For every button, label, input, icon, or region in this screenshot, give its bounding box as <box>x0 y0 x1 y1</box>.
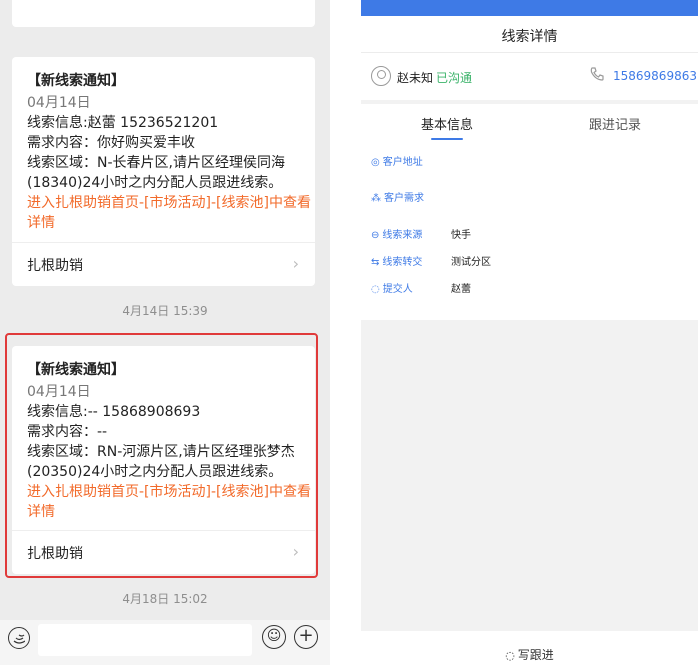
voice-icon[interactable] <box>8 627 30 649</box>
active-tab-indicator <box>431 138 463 140</box>
lead-region-line1: 线索区域：N-长春片区,请片区经理侯同海 <box>27 155 285 171</box>
tab-bar: 基本信息 跟进记录 <box>361 104 698 144</box>
card-date: 04月14日 <box>27 384 91 400</box>
page-title: 线索详情 <box>501 29 558 45</box>
message-timestamp: 4月18日 15:02 <box>122 592 208 606</box>
card-title: 【新线索通知】 <box>27 73 125 89</box>
field-label: 线索转交 <box>382 257 423 268</box>
lead-link-line2[interactable]: 详情 <box>27 213 315 233</box>
lead-info: 线索信息:-- 15868908693 <box>27 404 201 420</box>
chat-panel: 【新线索通知】 04月14日 线索信息:赵蕾 15236521201 需求内容：… <box>0 0 330 665</box>
avatar-icon <box>371 66 391 86</box>
field-label: 线索来源 <box>382 230 423 241</box>
contact-phone[interactable]: 15869869863 <box>613 69 697 83</box>
lead-notification-card[interactable]: 【新线索通知】 04月14日 线索信息:赵蕾 15236521201 需求内容：… <box>12 57 315 286</box>
plus-icon[interactable]: + <box>294 625 318 649</box>
card-footer-label: 扎根助销 <box>27 258 83 274</box>
card-footer[interactable]: 扎根助销 › <box>12 530 315 574</box>
chat-input-bar: ☺ + <box>0 620 330 665</box>
field-value: 赵蕾 <box>451 284 471 295</box>
tab-basic-info[interactable]: 基本信息 <box>421 114 473 133</box>
lead-region-line1: 线索区域：RN-河源片区,请片区经理张梦杰 <box>27 444 295 460</box>
divider <box>361 52 698 53</box>
lead-need: 需求内容：你好购买爱丰收 <box>27 135 195 151</box>
field-submitter: ◌ 提交人 赵蕾 <box>371 280 471 295</box>
location-icon: ◎ <box>371 157 380 168</box>
message-input[interactable] <box>38 624 252 656</box>
screen: 【新线索通知】 04月14日 线索信息:赵蕾 15236521201 需求内容：… <box>0 0 698 665</box>
card-title: 【新线索通知】 <box>27 362 125 378</box>
lead-region-line2: (18340)24小时之内分配人员跟进线索。 <box>27 175 283 191</box>
chat-icon: ◌ <box>371 284 380 295</box>
field-label: 提交人 <box>382 284 413 295</box>
field-customer-address: ◎ 客户地址 <box>371 153 423 168</box>
field-value: 测试分区 <box>451 257 491 268</box>
lead-need: 需求内容：-- <box>27 424 108 440</box>
lead-link-line2[interactable]: 详情 <box>27 502 315 522</box>
card-footer[interactable]: 扎根助销 › <box>12 242 315 286</box>
phone-icon[interactable] <box>589 66 605 86</box>
message-timestamp: 4月14日 15:39 <box>122 304 208 318</box>
comment-icon: ◌ <box>505 649 515 662</box>
status-badge: 已沟通 <box>436 71 473 85</box>
lead-link-line1[interactable]: 进入扎根助销首页-[市场活动]-[线索池]中查看 <box>27 193 315 213</box>
lead-link-line1[interactable]: 进入扎根助销首页-[市场活动]-[线索池]中查看 <box>27 482 315 502</box>
tree-icon: ⁂ <box>371 193 381 204</box>
contact-row: 赵未知 已沟通 15869869863 <box>361 56 698 100</box>
field-customer-need: ⁂ 客户需求 <box>371 189 424 204</box>
field-value: 快手 <box>451 230 471 241</box>
card-date: 04月14日 <box>27 95 91 111</box>
write-followup-button[interactable]: ◌ 写跟进 <box>361 646 698 663</box>
contact-name: 赵未知 <box>397 71 434 85</box>
field-label: 客户需求 <box>384 193 424 204</box>
write-followup-label: 写跟进 <box>517 648 554 662</box>
transfer-icon: ⇆ <box>371 257 380 268</box>
status-bar <box>361 0 698 16</box>
lead-region-line2: (20350)24小时之内分配人员跟进线索。 <box>27 464 283 480</box>
field-label: 客户地址 <box>382 157 423 168</box>
previous-message-card <box>12 0 315 27</box>
lead-notification-card[interactable]: 【新线索通知】 04月14日 线索信息:-- 15868908693 需求内容：… <box>12 346 315 574</box>
empty-content-area <box>361 320 698 631</box>
lead-detail-panel: 线索详情 赵未知 已沟通 15869869863 基本信息 跟进记录 ◎ 客户地址… <box>361 0 698 665</box>
field-lead-transfer: ⇆ 线索转交 测试分区 <box>371 253 491 268</box>
chevron-right-icon: › <box>292 542 299 561</box>
field-lead-source: ⊖ 线索来源 快手 <box>371 226 471 241</box>
card-footer-label: 扎根助销 <box>27 546 83 562</box>
chevron-right-icon: › <box>292 254 299 273</box>
source-icon: ⊖ <box>371 230 380 241</box>
emoji-icon[interactable]: ☺ <box>262 625 286 649</box>
lead-info: 线索信息:赵蕾 15236521201 <box>27 115 219 131</box>
tab-followup-records[interactable]: 跟进记录 <box>589 114 641 133</box>
